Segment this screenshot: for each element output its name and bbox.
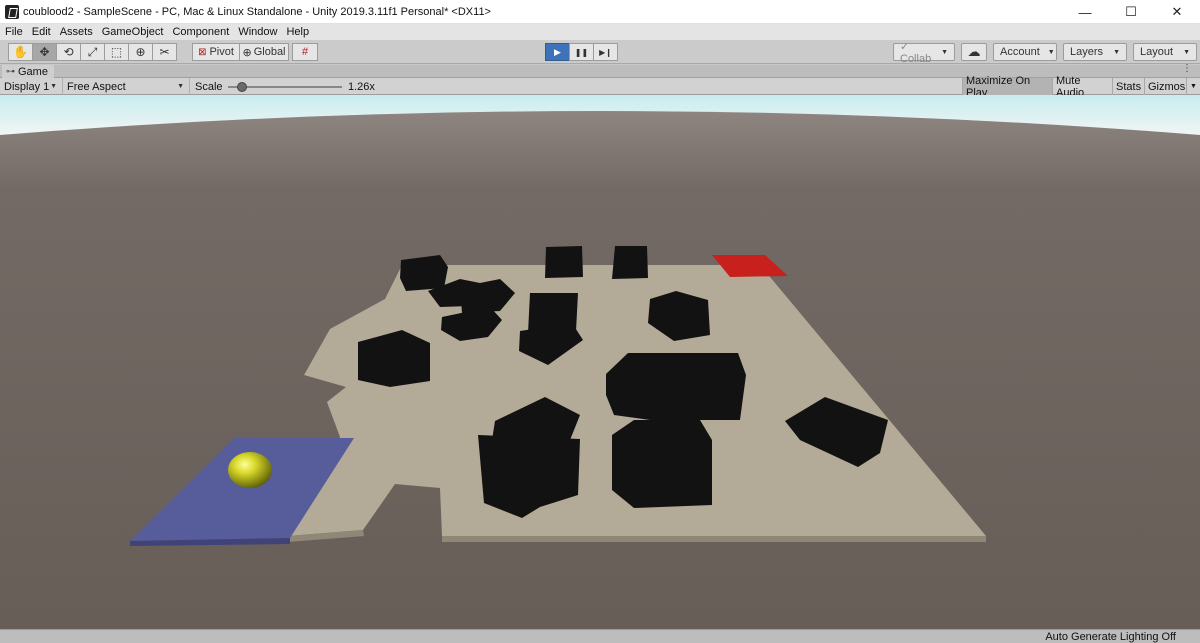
maximize-button[interactable]: ☐	[1108, 0, 1154, 24]
gizmos-toggle[interactable]: Gizmos	[1144, 78, 1186, 95]
step-icon: ▶❙	[599, 47, 612, 57]
tab-game-label: Game	[18, 65, 48, 78]
player-ball	[228, 452, 272, 488]
handle-toggles: ⊠ Pivot ⊕ Global #	[192, 43, 318, 61]
maximize-on-play-toggle[interactable]: Maximize On Play	[962, 75, 1052, 99]
menu-window[interactable]: Window	[238, 26, 277, 38]
play-button[interactable]: ▶	[545, 43, 570, 61]
menu-edit[interactable]: Edit	[32, 26, 51, 38]
step-button[interactable]: ▶❙	[593, 43, 618, 61]
gizmos-dropdown[interactable]: ▼	[1186, 78, 1200, 95]
hand-tool-button[interactable]: ✋	[8, 43, 33, 61]
transform-tools: ✋ ✥ ⟲ ⤢ ⬚ ⊕ ✂	[8, 43, 177, 61]
minimize-button[interactable]: —	[1062, 0, 1108, 24]
menu-gameobject[interactable]: GameObject	[102, 26, 164, 38]
transform-tool-button[interactable]: ⊕	[128, 43, 153, 61]
play-icon: ▶	[554, 46, 561, 57]
pivot-toggle[interactable]: ⊠ Pivot	[192, 43, 240, 61]
chevron-down-icon: ▼	[1047, 48, 1055, 56]
aspect-dropdown[interactable]: Free Aspect ▼	[63, 78, 190, 95]
transform-tool-icon: ⊕	[135, 45, 146, 59]
main-toolbar: ✋ ✥ ⟲ ⤢ ⬚ ⊕ ✂ ⊠ Pivot ⊕ Global # ▶ ❚❚ ▶❙…	[0, 40, 1200, 65]
scale-tool-button[interactable]: ⤢	[80, 43, 105, 61]
gamepad-icon: ⊶	[6, 66, 15, 76]
collab-label: ✓ Collab	[900, 40, 933, 65]
rect-tool-button[interactable]: ⬚	[104, 43, 129, 61]
pause-icon: ❚❚	[574, 47, 589, 57]
mute-audio-toggle[interactable]: Mute Audio	[1052, 75, 1112, 99]
chevron-down-icon: ▼	[177, 83, 184, 90]
stats-label: Stats	[1116, 80, 1142, 93]
scale-slider-handle[interactable]	[236, 82, 247, 92]
chevron-down-icon: ▼	[1183, 48, 1190, 56]
globe-icon: ⊕	[242, 46, 252, 59]
pause-button[interactable]: ❚❚	[569, 43, 594, 61]
cloud-button[interactable]: ☁	[961, 43, 987, 61]
scale-label: Scale	[195, 81, 223, 93]
scale-tool-icon: ⤢	[87, 44, 98, 59]
scene-render	[0, 95, 1200, 629]
collab-dropdown[interactable]: ✓ Collab ▼	[893, 41, 955, 65]
window-title: coublood2 - SampleScene - PC, Mac & Linu…	[23, 5, 491, 18]
account-controls: ✓ Collab ▼ ☁ Account ▼ Layers ▼ Layout ▼	[893, 41, 1200, 65]
game-viewport[interactable]	[0, 95, 1200, 629]
collab-text: Collab	[900, 52, 932, 65]
layers-label: Layers	[1070, 46, 1104, 58]
chevron-down-icon: ▼	[1113, 48, 1120, 56]
custom-tool-icon: ✂	[159, 45, 170, 59]
gizmos-label: Gizmos	[1148, 80, 1186, 93]
custom-tool-button[interactable]: ✂	[152, 43, 177, 61]
account-dropdown[interactable]: Account ▼	[993, 43, 1057, 61]
stats-toggle[interactable]: Stats	[1112, 78, 1144, 95]
status-bar: Auto Generate Lighting Off	[0, 629, 1200, 643]
title-bar: coublood2 - SampleScene - PC, Mac & Linu…	[0, 0, 1200, 24]
game-view-toolbar: Display 1 ▼ Free Aspect ▼ Scale 1.26x Ma…	[0, 75, 1200, 99]
rect-tool-icon: ⬚	[110, 45, 123, 59]
pivot-icon: ⊠	[198, 46, 207, 58]
check-icon: ✓	[900, 40, 910, 53]
display-dropdown[interactable]: Display 1 ▼	[0, 78, 63, 95]
chevron-down-icon: ▼	[941, 48, 948, 56]
menu-bar: File Edit Assets GameObject Component Wi…	[0, 24, 1200, 40]
menu-assets[interactable]: Assets	[60, 26, 93, 38]
menu-file[interactable]: File	[5, 26, 23, 38]
tab-menu-icon[interactable]: ⋮	[1182, 63, 1192, 74]
account-label: Account	[1000, 46, 1040, 58]
window-controls: — ☐ ✕	[1062, 0, 1200, 24]
rotate-tool-button[interactable]: ⟲	[56, 43, 81, 61]
move-tool-button[interactable]: ✥	[32, 43, 57, 61]
snap-settings-button[interactable]: #	[292, 43, 318, 61]
global-toggle[interactable]: ⊕ Global	[239, 43, 289, 61]
grid-snap-icon: #	[301, 46, 309, 58]
move-tool-icon: ✥	[39, 45, 50, 59]
cloud-icon: ☁	[967, 44, 981, 59]
tab-game[interactable]: ⊶ Game	[2, 65, 54, 78]
scale-value: 1.26x	[348, 81, 375, 93]
global-label: Global	[253, 46, 286, 58]
menu-help[interactable]: Help	[286, 26, 309, 38]
chevron-down-icon: ▼	[50, 83, 57, 90]
layout-dropdown[interactable]: Layout ▼	[1133, 43, 1197, 61]
hand-tool-icon: ✋	[13, 45, 28, 59]
aspect-value: Free Aspect	[67, 80, 126, 93]
play-controls: ▶ ❚❚ ▶❙	[545, 43, 618, 61]
unity-icon	[5, 4, 19, 19]
rotate-tool-icon: ⟲	[63, 45, 74, 59]
layout-label: Layout	[1140, 46, 1174, 58]
chevron-down-icon: ▼	[1190, 83, 1197, 90]
menu-component[interactable]: Component	[172, 26, 229, 38]
pivot-label: Pivot	[209, 46, 234, 58]
display-value: Display 1	[4, 80, 50, 93]
close-button[interactable]: ✕	[1154, 0, 1200, 24]
layers-dropdown[interactable]: Layers ▼	[1063, 43, 1127, 61]
status-text: Auto Generate Lighting Off	[1045, 631, 1176, 643]
